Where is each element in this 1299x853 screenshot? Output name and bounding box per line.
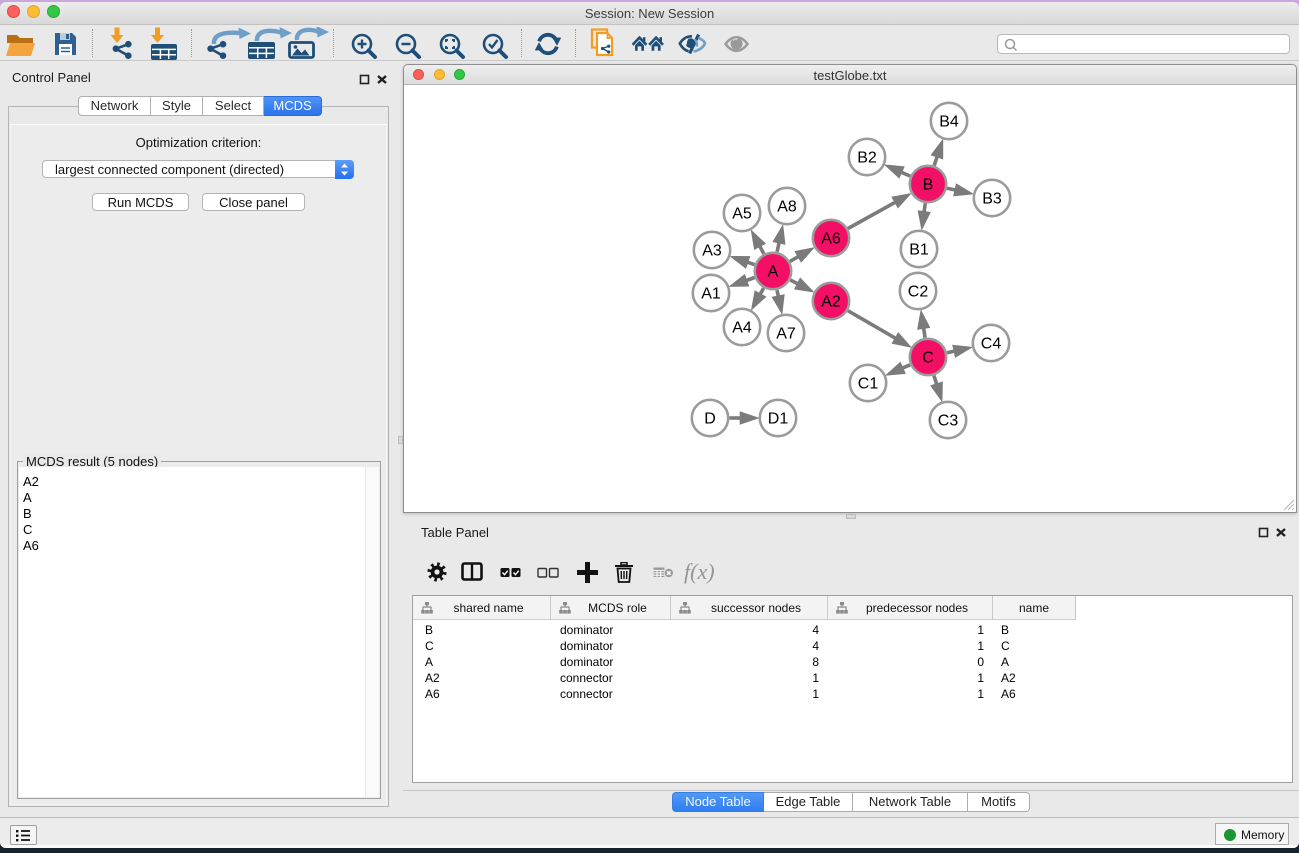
- svg-text:D: D: [704, 411, 716, 428]
- svg-text:A5: A5: [732, 206, 752, 223]
- svg-text:B2: B2: [857, 150, 877, 167]
- svg-text:B: B: [923, 177, 934, 194]
- svg-text:A7: A7: [776, 326, 796, 343]
- svg-text:C2: C2: [908, 284, 929, 301]
- svg-text:A4: A4: [732, 320, 752, 337]
- svg-text:A3: A3: [702, 243, 722, 260]
- svg-text:C1: C1: [858, 376, 879, 393]
- svg-text:A1: A1: [701, 286, 721, 303]
- svg-text:A2: A2: [821, 294, 841, 311]
- svg-text:C4: C4: [981, 336, 1002, 353]
- svg-text:B1: B1: [909, 242, 929, 259]
- svg-text:D1: D1: [768, 411, 789, 428]
- svg-text:A: A: [768, 264, 779, 281]
- svg-text:B4: B4: [939, 114, 959, 131]
- svg-text:A8: A8: [777, 199, 797, 216]
- svg-text:C: C: [922, 350, 934, 367]
- svg-text:C3: C3: [938, 413, 959, 430]
- svg-text:A6: A6: [821, 231, 841, 248]
- svg-text:B3: B3: [982, 191, 1002, 208]
